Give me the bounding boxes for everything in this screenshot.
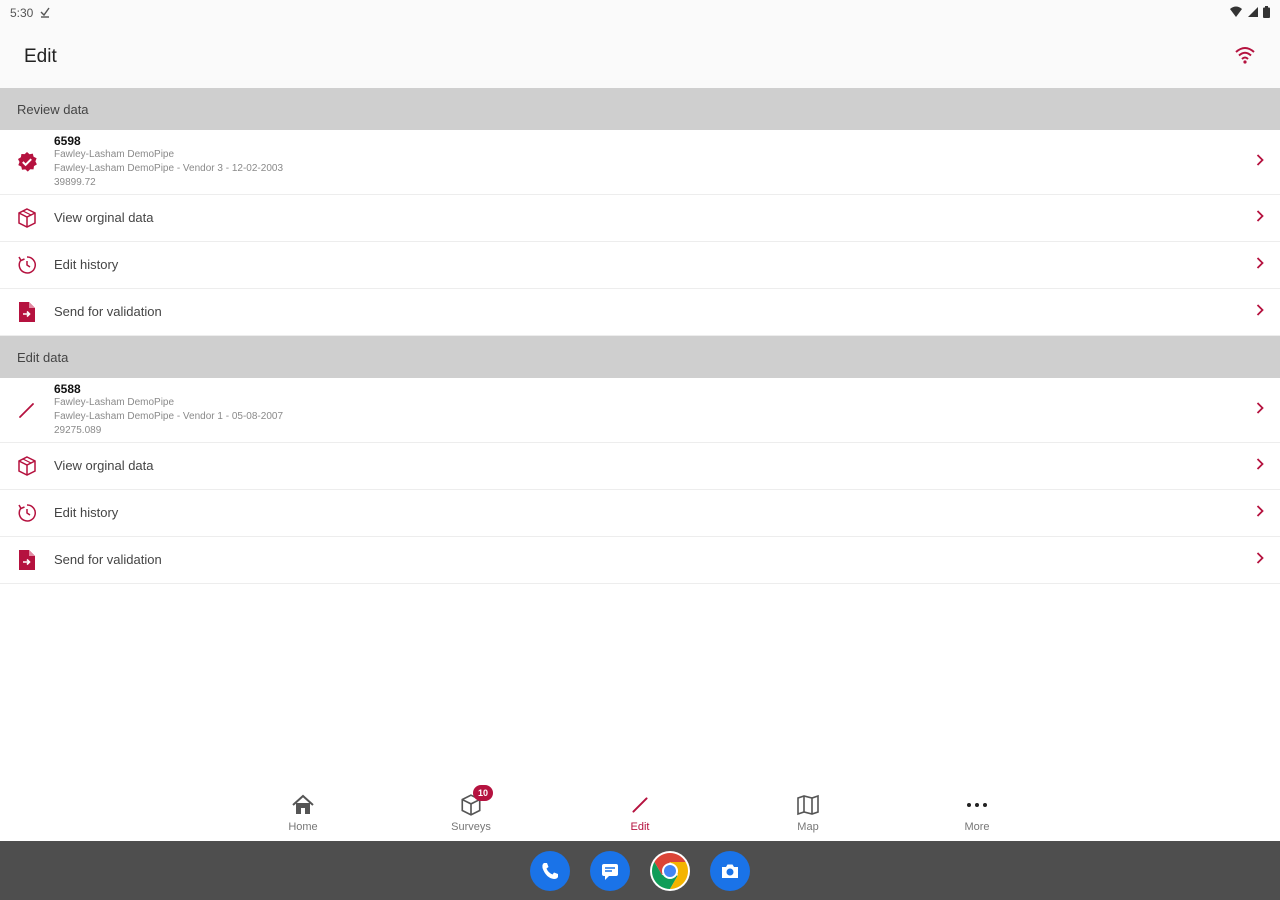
nav-label: Edit bbox=[630, 820, 650, 833]
map-icon bbox=[796, 793, 820, 817]
row-label: Edit history bbox=[54, 257, 119, 272]
record-id: 6598 bbox=[54, 134, 81, 148]
edit-history-row[interactable]: Edit history bbox=[0, 490, 1280, 537]
send-document-icon bbox=[0, 301, 54, 323]
row-label: View orginal data bbox=[54, 458, 154, 473]
status-bar: 5:30 bbox=[0, 0, 1280, 26]
messages-icon[interactable] bbox=[590, 850, 630, 891]
record-pipeline: Fawley-Lasham DemoPipe bbox=[54, 397, 175, 408]
verified-badge-icon bbox=[0, 151, 54, 173]
connection-wifi-icon[interactable] bbox=[1234, 46, 1256, 69]
surveys-count-badge: 10 bbox=[473, 784, 493, 801]
chevron-right-icon bbox=[1256, 153, 1264, 171]
record-value: 39899.72 bbox=[54, 177, 96, 188]
chevron-right-icon bbox=[1256, 551, 1264, 569]
app-bar: Edit bbox=[0, 26, 1280, 88]
nav-surveys[interactable]: 10 Surveys bbox=[416, 784, 526, 841]
row-label: View orginal data bbox=[54, 210, 154, 225]
record-vendor-date: Fawley-Lasham DemoPipe - Vendor 1 - 05-0… bbox=[54, 411, 284, 422]
nav-edit[interactable]: Edit bbox=[585, 784, 695, 841]
chevron-right-icon bbox=[1256, 209, 1264, 227]
cube-icon: 10 bbox=[459, 784, 493, 817]
section-header-review: Review data bbox=[0, 88, 1280, 130]
view-original-data-row[interactable]: View orginal data bbox=[0, 443, 1280, 490]
page-title: Edit bbox=[24, 46, 57, 67]
chrome-icon[interactable] bbox=[650, 850, 690, 891]
nav-more[interactable]: More bbox=[922, 784, 1032, 841]
edit-history-row[interactable]: Edit history bbox=[0, 242, 1280, 289]
main-content: Review data 6598 Fawley-Lasham DemoPipe … bbox=[0, 88, 1280, 584]
system-dock bbox=[0, 841, 1280, 900]
record-row-review[interactable]: 6598 Fawley-Lasham DemoPipe Fawley-Lasha… bbox=[0, 130, 1280, 195]
chevron-right-icon bbox=[1256, 401, 1264, 419]
signal-icon bbox=[1247, 6, 1259, 21]
nav-label: Home bbox=[288, 820, 318, 833]
record-pipeline: Fawley-Lasham DemoPipe bbox=[54, 149, 175, 160]
record-vendor-date: Fawley-Lasham DemoPipe - Vendor 3 - 12-0… bbox=[54, 163, 284, 174]
download-done-icon bbox=[39, 6, 51, 21]
cube-icon bbox=[0, 455, 54, 477]
pencil-icon bbox=[628, 793, 652, 817]
nav-label: Map bbox=[797, 820, 819, 833]
battery-icon bbox=[1263, 5, 1270, 21]
status-time: 5:30 bbox=[10, 6, 34, 20]
row-label: Send for validation bbox=[54, 304, 162, 319]
section-header-edit: Edit data bbox=[0, 336, 1280, 378]
nav-home[interactable]: Home bbox=[248, 784, 358, 841]
send-document-icon bbox=[0, 549, 54, 571]
send-for-validation-row[interactable]: Send for validation bbox=[0, 537, 1280, 584]
phone-icon[interactable] bbox=[530, 850, 570, 891]
chevron-right-icon bbox=[1256, 504, 1264, 522]
camera-icon[interactable] bbox=[710, 850, 750, 891]
history-icon bbox=[0, 254, 54, 276]
record-row-edit[interactable]: 6588 Fawley-Lasham DemoPipe Fawley-Lasha… bbox=[0, 378, 1280, 443]
record-id: 6588 bbox=[54, 382, 81, 396]
chevron-right-icon bbox=[1256, 457, 1264, 475]
chevron-right-icon bbox=[1256, 303, 1264, 321]
chevron-right-icon bbox=[1256, 256, 1264, 274]
nav-label: Surveys bbox=[451, 820, 491, 833]
nav-map[interactable]: Map bbox=[753, 784, 863, 841]
cube-icon bbox=[0, 207, 54, 229]
row-label: Edit history bbox=[54, 505, 119, 520]
record-details: 6598 Fawley-Lasham DemoPipe Fawley-Lasha… bbox=[54, 134, 1280, 190]
more-icon bbox=[965, 793, 989, 817]
history-icon bbox=[0, 502, 54, 524]
nav-label: More bbox=[964, 820, 990, 833]
pencil-icon bbox=[0, 399, 54, 421]
home-icon bbox=[291, 793, 315, 817]
bottom-navigation: Home 10 Surveys Edit Map More bbox=[0, 784, 1280, 841]
record-details: 6588 Fawley-Lasham DemoPipe Fawley-Lasha… bbox=[54, 382, 1280, 438]
view-original-data-row[interactable]: View orginal data bbox=[0, 195, 1280, 242]
send-for-validation-row[interactable]: Send for validation bbox=[0, 289, 1280, 336]
wifi-status-icon bbox=[1229, 6, 1243, 21]
record-value: 29275.089 bbox=[54, 425, 102, 436]
row-label: Send for validation bbox=[54, 552, 162, 567]
